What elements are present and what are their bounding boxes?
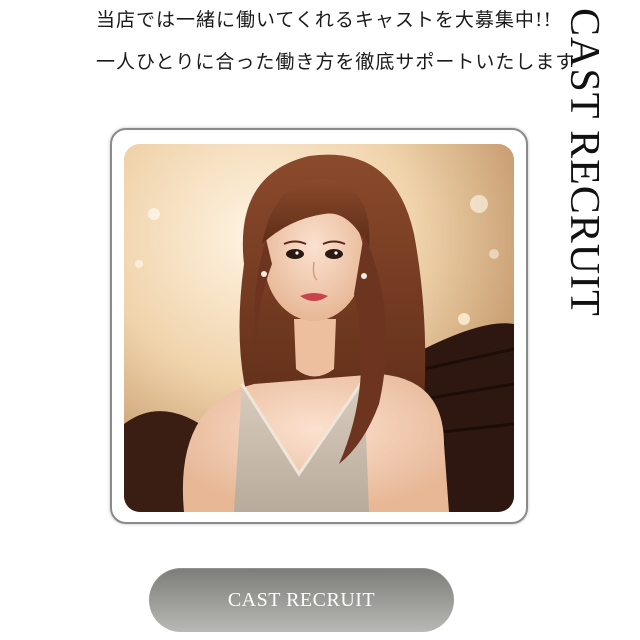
cast-portrait-photo [124, 144, 514, 512]
intro-text-line-2: 一人ひとりに合った働き方を徹底サポートいたします [96, 51, 576, 73]
vertical-page-title: CAST RECRUIT [561, 8, 607, 317]
intro-text-line-1: 当店では一緒に働いてくれるキャストを大募集中!! [96, 9, 553, 31]
photo-frame [110, 128, 528, 524]
cast-recruit-button[interactable]: CAST RECRUIT [149, 568, 454, 632]
